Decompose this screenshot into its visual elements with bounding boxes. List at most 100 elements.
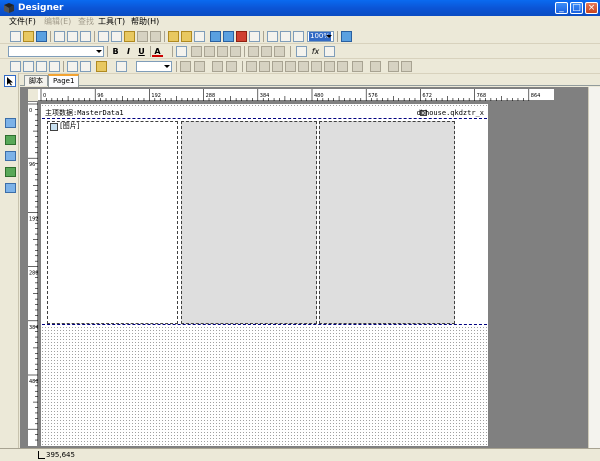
minimize-button[interactable]: _ <box>555 2 568 14</box>
vertical-scrollbar[interactable] <box>588 87 600 448</box>
align-vcenter-obj-icon[interactable] <box>311 61 322 72</box>
exit-icon[interactable] <box>341 31 352 42</box>
style-dropdown[interactable] <box>8 46 104 57</box>
align-objects-icon[interactable] <box>212 61 223 72</box>
ruler-label: 96 <box>97 93 103 99</box>
insert-band-icon[interactable] <box>223 31 234 42</box>
align-justify-icon[interactable] <box>230 46 241 57</box>
menu-tools[interactable]: 工具(T) <box>98 17 125 27</box>
shape-object-icon[interactable] <box>5 183 16 193</box>
band-header[interactable]: 主项数据:MasterData1 dbhouse.qkdztr_x <box>42 108 487 119</box>
close-button[interactable]: × <box>585 2 598 14</box>
frame-color-icon[interactable] <box>116 61 127 72</box>
frame-bottom-icon[interactable] <box>23 61 34 72</box>
open-icon[interactable] <box>23 31 34 42</box>
menu-find[interactable]: 查找 <box>78 17 94 27</box>
text-props-icon[interactable] <box>324 46 335 57</box>
separator <box>290 46 291 57</box>
shadow-icon[interactable] <box>180 61 191 72</box>
paste-icon[interactable] <box>124 31 135 42</box>
undo-icon[interactable] <box>137 31 148 42</box>
center-h-icon[interactable] <box>272 61 283 72</box>
redo-icon[interactable] <box>150 31 161 42</box>
frame-right-icon[interactable] <box>49 61 60 72</box>
valign-middle-icon[interactable] <box>261 46 272 57</box>
valign-bottom-icon[interactable] <box>274 46 285 57</box>
frame-width-icon[interactable] <box>194 61 205 72</box>
space-h-icon[interactable] <box>352 61 363 72</box>
save-icon[interactable] <box>36 31 47 42</box>
align-grid-icon[interactable] <box>280 31 291 42</box>
pointer-icon[interactable] <box>4 75 16 87</box>
space-v-icon[interactable] <box>370 61 381 72</box>
same-height-icon[interactable] <box>401 61 412 72</box>
ruler-label: 192 <box>151 93 161 99</box>
group-icon[interactable] <box>168 31 179 42</box>
maximize-button[interactable]: □ <box>570 2 583 14</box>
align-left-obj-icon[interactable] <box>246 61 257 72</box>
italic-button[interactable]: I <box>123 46 134 57</box>
align-right-icon[interactable] <box>217 46 228 57</box>
underline-button[interactable]: U <box>136 46 147 57</box>
tab-bar: 脚本 Page1 <box>20 74 600 87</box>
memo-cell-2[interactable] <box>181 121 317 324</box>
frame-left-icon[interactable] <box>36 61 47 72</box>
cursor-coordinates: 395,645 <box>46 451 75 459</box>
subreport-icon[interactable] <box>5 167 16 177</box>
center-v-icon[interactable] <box>324 61 335 72</box>
align-top-obj-icon[interactable] <box>298 61 309 72</box>
valign-top-icon[interactable] <box>248 46 259 57</box>
bold-button[interactable]: B <box>110 46 121 57</box>
align-left-icon[interactable] <box>191 46 202 57</box>
ruler-label: 768 <box>477 93 487 99</box>
align-center-icon[interactable] <box>204 46 215 57</box>
frame-top-icon[interactable] <box>10 61 21 72</box>
align-right-obj-icon[interactable] <box>285 61 296 72</box>
menu-file[interactable]: 文件(F) <box>9 17 36 27</box>
separator <box>164 31 165 42</box>
bring-front-icon[interactable] <box>194 31 205 42</box>
copy-icon[interactable] <box>111 31 122 42</box>
same-width-icon[interactable] <box>388 61 399 72</box>
menu-edit[interactable]: 编辑(E) <box>44 17 71 27</box>
print-icon[interactable] <box>54 31 65 42</box>
tab-script[interactable]: 脚本 <box>24 75 48 86</box>
font-color-button[interactable]: A <box>152 46 163 57</box>
fill-color-icon[interactable] <box>96 61 107 72</box>
menu-help[interactable]: 帮助(H) <box>131 17 159 27</box>
separator <box>94 31 95 42</box>
title-bar: Designer _ □ × <box>0 0 600 16</box>
ruler-label: 384 <box>29 325 38 331</box>
picture-object-icon[interactable] <box>5 151 16 161</box>
menu-bar: 文件(F) 编辑(E) 查找 工具(T) 帮助(H) <box>0 16 600 28</box>
distribute-icon[interactable] <box>226 61 237 72</box>
highlight-rule-icon[interactable] <box>296 46 307 57</box>
frame-none-icon[interactable] <box>80 61 91 72</box>
delete-page-icon[interactable] <box>236 31 247 42</box>
ruler-label: 288 <box>206 93 216 99</box>
separator <box>150 46 151 57</box>
page-setup-icon[interactable] <box>80 31 91 42</box>
fx-button[interactable]: fx <box>310 46 321 57</box>
ruler-label: 0 <box>43 93 46 99</box>
grid-icon[interactable] <box>267 31 278 42</box>
zoom-dropdown[interactable]: 100% <box>307 31 334 42</box>
band-icon[interactable] <box>5 135 16 145</box>
ungroup-icon[interactable] <box>181 31 192 42</box>
tab-page1[interactable]: Page1 <box>48 74 80 87</box>
memo-cell-3[interactable] <box>319 121 455 324</box>
insert-page-icon[interactable] <box>210 31 221 42</box>
frame-style-dropdown[interactable] <box>136 61 172 72</box>
text-object-icon[interactable] <box>5 118 16 128</box>
new-icon[interactable] <box>10 31 21 42</box>
preview-icon[interactable] <box>67 31 78 42</box>
align-bottom-obj-icon[interactable] <box>337 61 348 72</box>
fit-grid-icon[interactable] <box>293 31 304 42</box>
cut-icon[interactable] <box>98 31 109 42</box>
picture-cell[interactable] <box>47 121 178 324</box>
highlight-icon[interactable] <box>176 46 187 57</box>
frame-all-icon[interactable] <box>67 61 78 72</box>
page-icon[interactable] <box>249 31 260 42</box>
separator <box>172 46 173 57</box>
align-hcenter-obj-icon[interactable] <box>259 61 270 72</box>
